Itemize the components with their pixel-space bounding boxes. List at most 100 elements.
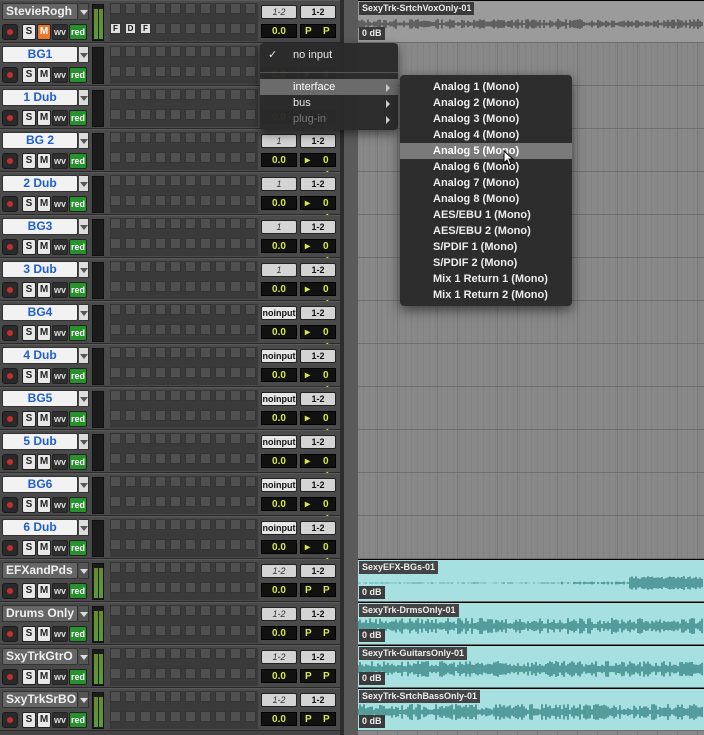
insert-slot[interactable]: [185, 132, 196, 143]
track-color-button[interactable]: red: [69, 282, 87, 298]
solo-button[interactable]: S: [22, 67, 36, 83]
insert-slot[interactable]: [110, 238, 121, 249]
solo-button[interactable]: S: [22, 24, 36, 40]
insert-slot[interactable]: [185, 347, 196, 358]
submenu-item[interactable]: S/PDIF 1 (Mono): [400, 239, 572, 255]
insert-slot[interactable]: [215, 261, 226, 272]
insert-slot[interactable]: [125, 218, 136, 229]
insert-slot[interactable]: [215, 453, 226, 464]
mute-button[interactable]: M: [37, 454, 51, 470]
insert-slot[interactable]: [125, 324, 136, 335]
insert-slot[interactable]: [230, 152, 241, 163]
pan-display[interactable]: PP: [300, 626, 336, 640]
insert-slot[interactable]: [200, 539, 211, 550]
insert-slot[interactable]: [215, 496, 226, 507]
insert-slot[interactable]: [170, 496, 181, 507]
insert-slot[interactable]: [185, 539, 196, 550]
insert-slot[interactable]: [185, 324, 196, 335]
insert-slot[interactable]: [140, 46, 151, 57]
volume-display[interactable]: 0.0: [261, 583, 297, 597]
timeline-lane[interactable]: [358, 301, 704, 344]
insert-slot[interactable]: [155, 132, 166, 143]
track-view-button[interactable]: wv: [52, 239, 68, 255]
insert-slot[interactable]: [230, 89, 241, 100]
insert-slot[interactable]: [140, 195, 151, 206]
insert-slot[interactable]: [215, 324, 226, 335]
insert-slot[interactable]: [215, 46, 226, 57]
track-name-dropdown-icon[interactable]: [79, 46, 89, 63]
insert-slot[interactable]: [200, 476, 211, 487]
insert-slot[interactable]: [200, 89, 211, 100]
submenu-item[interactable]: Mix 1 Return 1 (Mono): [400, 271, 572, 287]
insert-slot[interactable]: [125, 66, 136, 77]
mute-button[interactable]: M: [37, 67, 51, 83]
submenu-item[interactable]: Analog 5 (Mono): [400, 143, 572, 159]
insert-slot[interactable]: [125, 3, 136, 14]
pan-left[interactable]: P: [305, 670, 312, 683]
insert-slot[interactable]: [185, 605, 196, 616]
insert-slot[interactable]: [200, 390, 211, 401]
input-selector[interactable]: 1-2: [261, 5, 297, 19]
insert-slot[interactable]: [185, 218, 196, 229]
insert-slot[interactable]: [200, 711, 211, 722]
menu-item-interface[interactable]: interface: [260, 79, 398, 95]
track-name-field[interactable]: 6 Dub: [2, 519, 78, 536]
track-view-button[interactable]: wv: [52, 24, 68, 40]
insert-slot[interactable]: [215, 410, 226, 421]
submenu-item[interactable]: Analog 2 (Mono): [400, 95, 572, 111]
pan-left[interactable]: ▸: [305, 240, 310, 253]
insert-slot[interactable]: [155, 109, 166, 120]
volume-display[interactable]: 0.0: [261, 497, 297, 511]
track-name-field[interactable]: BG 2: [2, 132, 78, 149]
insert-slot[interactable]: [140, 175, 151, 186]
insert-slot[interactable]: [140, 261, 151, 272]
track-view-button[interactable]: wv: [52, 712, 68, 728]
output-selector[interactable]: 1-2: [300, 177, 336, 191]
pan-right[interactable]: P: [323, 627, 330, 640]
insert-slot[interactable]: [245, 582, 256, 593]
menu-item-no-input[interactable]: ✓ no input: [260, 47, 398, 63]
track-name-dropdown-icon[interactable]: [79, 347, 89, 364]
insert-slot[interactable]: [110, 304, 121, 315]
pan-display[interactable]: PP: [300, 583, 336, 597]
volume-display[interactable]: 0.0: [261, 239, 297, 253]
pan-left[interactable]: P: [305, 25, 312, 38]
track-name-dropdown-icon[interactable]: [79, 605, 89, 622]
insert-slot[interactable]: [140, 281, 151, 292]
solo-button[interactable]: S: [22, 153, 36, 169]
insert-slot[interactable]: [110, 347, 121, 358]
submenu-item[interactable]: Mix 1 Return 2 (Mono): [400, 287, 572, 303]
insert-slot[interactable]: [200, 691, 211, 702]
input-selector[interactable]: 1: [261, 134, 297, 148]
insert-slot[interactable]: [110, 261, 121, 272]
output-selector[interactable]: 1-2: [300, 607, 336, 621]
input-selector[interactable]: noinput: [261, 306, 297, 320]
input-selector[interactable]: 1-2: [261, 650, 297, 664]
insert-slot[interactable]: [140, 390, 151, 401]
insert-slot[interactable]: [185, 453, 196, 464]
insert-slot[interactable]: [230, 519, 241, 530]
insert-slot[interactable]: [230, 46, 241, 57]
insert-slot[interactable]: [155, 625, 166, 636]
insert-slot[interactable]: [230, 367, 241, 378]
insert-slot[interactable]: [110, 390, 121, 401]
track-name-field[interactable]: 4 Dub: [2, 347, 78, 364]
insert-slot[interactable]: [125, 109, 136, 120]
insert-slot[interactable]: [230, 23, 241, 34]
insert-slot[interactable]: [185, 390, 196, 401]
mute-button[interactable]: M: [37, 497, 51, 513]
volume-display[interactable]: 0.0: [261, 626, 297, 640]
timeline-lane[interactable]: [358, 516, 704, 559]
insert-slot[interactable]: [155, 23, 166, 34]
insert-slot[interactable]: [140, 711, 151, 722]
insert-slot[interactable]: [110, 109, 121, 120]
insert-slot[interactable]: [140, 218, 151, 229]
submenu-item[interactable]: Analog 4 (Mono): [400, 127, 572, 143]
insert-slot[interactable]: [185, 496, 196, 507]
volume-display[interactable]: 0.0: [261, 325, 297, 339]
insert-slot[interactable]: [215, 476, 226, 487]
timeline-lane[interactable]: [358, 387, 704, 430]
insert-slot[interactable]: [215, 691, 226, 702]
input-selector[interactable]: noinput: [261, 435, 297, 449]
insert-slot[interactable]: [215, 109, 226, 120]
